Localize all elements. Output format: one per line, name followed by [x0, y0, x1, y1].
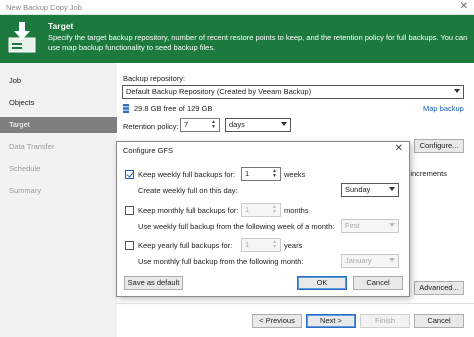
- weekly-day-select[interactable]: Sunday: [341, 183, 399, 197]
- sidebar-item-job[interactable]: Job: [0, 73, 117, 89]
- yearly-checkbox[interactable]: [125, 241, 134, 250]
- stepper-arrows-icon[interactable]: ▲ ▼: [270, 169, 279, 180]
- dialog-title: Configure GFS: [123, 146, 174, 155]
- chevron-down-icon: [389, 223, 395, 227]
- retention-unit-select[interactable]: days: [225, 118, 291, 132]
- map-backup-link[interactable]: Map backup: [423, 104, 464, 113]
- monthly-label: Keep monthly full backups for:: [138, 206, 239, 215]
- next-button[interactable]: Next >: [306, 314, 356, 328]
- save-as-default-button[interactable]: Save as default: [124, 276, 183, 290]
- retention-stepper[interactable]: 7 ▲ ▼: [180, 118, 220, 132]
- chevron-down-icon: [281, 122, 287, 126]
- dialog-cancel-button[interactable]: Cancel: [353, 276, 403, 290]
- weekly-day-label: Create weekly full on this day:: [138, 186, 238, 195]
- monthly-checkbox[interactable]: [125, 206, 134, 215]
- wizard-steps-sidebar: Job Objects Target Data Transfer Schedul…: [0, 63, 117, 337]
- retention-value: 7: [184, 120, 189, 129]
- backup-target-icon: [8, 22, 36, 53]
- chevron-down-icon: [389, 258, 395, 262]
- weekly-value: 1: [245, 169, 250, 178]
- retention-label: Retention policy:: [123, 122, 179, 131]
- footer-divider: [117, 303, 474, 304]
- monthly-week-label: Use weekly full backup from the followin…: [138, 222, 335, 231]
- yearly-stepper: 1 ▲ ▼: [241, 238, 281, 252]
- close-icon[interactable]: ✕: [460, 1, 468, 12]
- page-description: Specify the target backup repository, nu…: [48, 33, 468, 52]
- monthly-stepper: 1 ▲ ▼: [241, 203, 281, 217]
- stepper-arrows-icon: ▲ ▼: [272, 204, 277, 215]
- cancel-button[interactable]: Cancel: [414, 314, 464, 328]
- chevron-down-icon: [454, 89, 460, 93]
- wizard-header: Target Specify the target backup reposit…: [0, 15, 474, 63]
- stepper-arrows-icon: ▲ ▼: [272, 239, 277, 250]
- previous-button[interactable]: < Previous: [252, 314, 302, 328]
- repository-select[interactable]: Default Backup Repository (Created by Ve…: [122, 85, 464, 99]
- yearly-label: Keep yearly full backups for:: [138, 241, 233, 250]
- sidebar-item-data-transfer: Data Transfer: [9, 142, 55, 151]
- monthly-week-value: First: [345, 221, 360, 230]
- retention-unit-value: days: [229, 120, 245, 129]
- yearly-month-value: January: [345, 256, 372, 265]
- yearly-month-select: January: [341, 254, 399, 268]
- yearly-month-label: Use monthly full backup from the followi…: [138, 257, 304, 266]
- configure-button[interactable]: Configure...: [414, 139, 464, 153]
- weekly-stepper[interactable]: 1 ▲ ▼: [241, 167, 281, 181]
- window-title: New Backup Copy Job: [6, 3, 82, 12]
- page-title: Target: [48, 21, 74, 31]
- chevron-down-icon: [389, 187, 395, 191]
- yearly-unit: years: [284, 241, 303, 250]
- weekly-checkbox[interactable]: [125, 170, 134, 179]
- sidebar-item-summary: Summary: [9, 186, 42, 195]
- storage-info: 29.8 GB free of 129 GB: [134, 104, 213, 113]
- configure-gfs-dialog: Configure GFS ✕ Keep weekly full backups…: [116, 141, 410, 297]
- close-icon[interactable]: ✕: [395, 143, 403, 154]
- advanced-button[interactable]: Advanced...: [414, 281, 464, 295]
- weekly-unit: weeks: [284, 170, 306, 179]
- sidebar-item-objects[interactable]: Objects: [0, 95, 117, 111]
- yearly-value: 1: [245, 240, 250, 249]
- finish-button: Finish: [360, 314, 410, 328]
- repository-value: Default Backup Repository (Created by Ve…: [126, 87, 312, 96]
- monthly-unit: months: [284, 206, 309, 215]
- sidebar-item-target[interactable]: Target: [0, 117, 117, 133]
- stepper-arrows-icon[interactable]: ▲ ▼: [209, 120, 218, 131]
- monthly-value: 1: [245, 205, 250, 214]
- weekly-label: Keep weekly full backups for:: [138, 170, 236, 179]
- repository-label: Backup repository:: [123, 74, 186, 83]
- storage-icon: [123, 104, 129, 113]
- monthly-week-select: First: [341, 219, 399, 233]
- window-titlebar: New Backup Copy Job ✕: [0, 0, 474, 15]
- ok-button[interactable]: OK: [297, 276, 347, 290]
- sidebar-item-schedule: Schedule: [9, 164, 41, 173]
- weekly-day-value: Sunday: [345, 185, 371, 194]
